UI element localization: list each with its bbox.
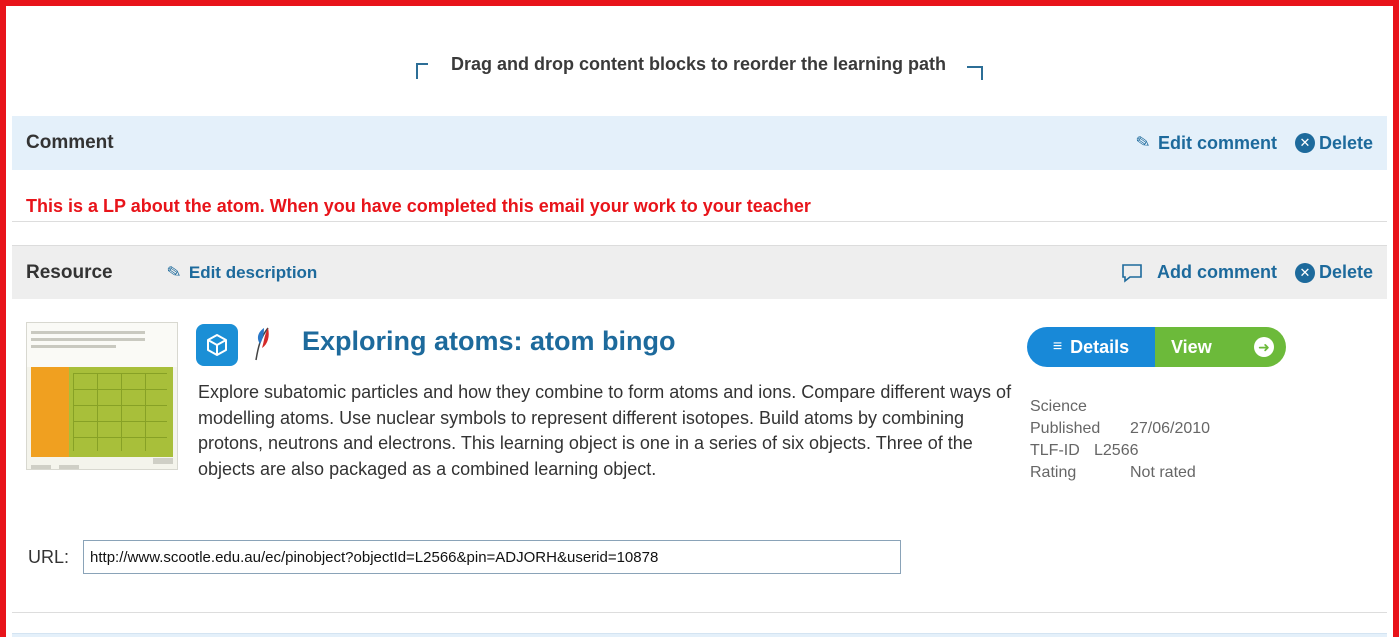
pencil-icon: ✎ bbox=[1134, 131, 1152, 154]
divider bbox=[12, 612, 1387, 613]
tlf-id-value: L2566 bbox=[1094, 442, 1139, 459]
edit-description-label: Edit description bbox=[188, 262, 318, 282]
arrow-right-circle-icon: ➜ bbox=[1254, 337, 1274, 357]
delete-icon: ✕ bbox=[1294, 133, 1315, 153]
resource-thumbnail[interactable] bbox=[26, 322, 178, 470]
delete-comment-link[interactable]: ✕ Delete bbox=[1294, 132, 1373, 154]
cube-icon bbox=[196, 324, 238, 366]
comment-bubble-icon bbox=[1122, 263, 1142, 283]
resource-title-link[interactable]: Exploring atoms: atom bingo bbox=[302, 326, 676, 357]
rating-label: Rating bbox=[1030, 464, 1077, 481]
resource-description: Explore subatomic particles and how they… bbox=[198, 382, 1012, 479]
published-label: Published bbox=[1030, 420, 1101, 437]
drag-arrow-left-icon bbox=[415, 63, 428, 80]
edit-comment-label: Edit comment bbox=[1157, 132, 1277, 153]
published-value: 27/06/2010 bbox=[1130, 420, 1211, 437]
resource-block-header[interactable]: Resource ✎ Edit description Add comment … bbox=[12, 245, 1387, 299]
reorder-hint: Drag and drop content blocks to reorder … bbox=[6, 54, 1393, 81]
rating-value: Not rated bbox=[1130, 464, 1196, 481]
view-button[interactable]: View ➜ bbox=[1155, 327, 1286, 367]
details-button[interactable]: ≡ Details bbox=[1027, 327, 1155, 367]
add-comment-label: Add comment bbox=[1156, 262, 1277, 282]
edit-description-link[interactable]: ✎ Edit description bbox=[164, 261, 318, 283]
resource-block-actions: Add comment ✕ Delete bbox=[1121, 262, 1373, 283]
comment-block-title: Comment bbox=[26, 132, 114, 153]
resource-block-title: Resource bbox=[26, 261, 113, 283]
menu-icon: ≡ bbox=[1052, 338, 1063, 355]
comment-text: This is a LP about the atom. When you ha… bbox=[26, 196, 811, 216]
details-button-label: Details bbox=[1070, 336, 1130, 357]
delete-resource-label: Delete bbox=[1318, 262, 1373, 282]
resource-metadata: Science Published 27/06/2010 TLF-ID L256… bbox=[1030, 396, 1210, 484]
delete-icon: ✕ bbox=[1294, 262, 1315, 283]
view-button-label: View bbox=[1171, 336, 1212, 357]
tlf-id-label: TLF-ID bbox=[1030, 442, 1080, 459]
delete-resource-link[interactable]: ✕ Delete bbox=[1294, 262, 1373, 283]
learning-path-frame: Drag and drop content blocks to reorder … bbox=[0, 0, 1399, 637]
subject-value: Science bbox=[1030, 398, 1087, 415]
pencil-icon: ✎ bbox=[164, 261, 183, 283]
delete-comment-label: Delete bbox=[1318, 132, 1373, 153]
url-label: URL: bbox=[28, 546, 70, 567]
add-comment-link[interactable]: Add comment bbox=[1121, 262, 1277, 283]
reorder-hint-text: Drag and drop content blocks to reorder … bbox=[450, 54, 947, 74]
comment-block-actions: ✎ Edit comment ✕ Delete bbox=[1134, 131, 1373, 154]
url-field[interactable] bbox=[83, 540, 902, 574]
feather-icon bbox=[255, 327, 269, 361]
drag-arrow-right-icon bbox=[967, 66, 984, 81]
comment-block-header[interactable]: Comment ✎ Edit comment ✕ Delete bbox=[12, 116, 1387, 170]
edit-comment-link[interactable]: ✎ Edit comment bbox=[1134, 131, 1277, 154]
divider bbox=[12, 221, 1387, 222]
next-block-header[interactable] bbox=[12, 633, 1387, 637]
url-row: URL: bbox=[28, 540, 902, 574]
resource-button-group: ≡ Details View ➜ bbox=[1027, 327, 1286, 367]
